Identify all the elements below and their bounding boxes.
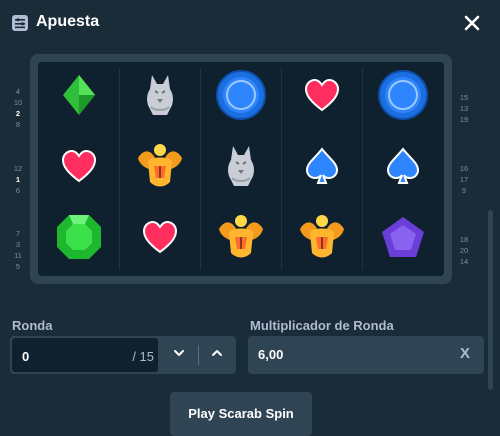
reel-cell: [119, 133, 200, 204]
purple-pentagon-icon: [380, 215, 426, 264]
reel-cell: [38, 62, 119, 133]
round-input[interactable]: 0 / 15: [12, 338, 158, 372]
side-number: 20: [459, 245, 469, 255]
side-number: 1: [15, 174, 21, 184]
side-number: 10: [13, 98, 23, 107]
side-number: 18: [459, 234, 469, 244]
reel-cell: [119, 204, 200, 275]
reel-cell: [281, 133, 362, 204]
reel-cell: [362, 204, 443, 275]
side-number: 11: [14, 251, 22, 260]
silver-wolf-icon: [143, 71, 177, 124]
number-group: 16 17 9: [454, 163, 474, 195]
reel-cell: [119, 62, 200, 133]
multiplier-label: Multiplicador de Ronda: [250, 318, 394, 333]
golden-scarab-icon: [215, 211, 267, 268]
number-group: 18 20 14: [454, 234, 474, 266]
blue-coin-icon: [215, 69, 267, 126]
multiplier-field: 6,00 X: [248, 336, 484, 374]
side-number: 12: [13, 163, 23, 173]
reel-board-frame: [30, 54, 452, 284]
round-value: 0: [22, 349, 30, 364]
green-emerald-icon: [54, 212, 104, 267]
reel-cell: [200, 62, 281, 133]
reel-cell: [200, 133, 281, 204]
modal-title: Apuesta: [36, 13, 100, 30]
side-number: 8: [15, 120, 21, 129]
number-group: 12 1 6: [8, 163, 28, 195]
increment-button[interactable]: [198, 336, 236, 374]
number-group: 15 13 19: [454, 92, 474, 124]
side-number: 19: [459, 114, 469, 124]
left-number-column: 4 10 2 8 12 1 6 7 3 11 5: [8, 68, 28, 278]
multiplier-value: 6,00: [258, 347, 284, 362]
red-heart-icon: [142, 220, 178, 259]
side-number: 16: [459, 163, 469, 173]
reel-board: [38, 62, 444, 276]
scrollbar[interactable]: [488, 210, 493, 390]
side-number: 14: [459, 256, 469, 266]
side-number: 3: [15, 240, 21, 249]
play-button[interactable]: Play Scarab Spin: [170, 392, 312, 436]
number-group: 7 3 11 5: [8, 228, 28, 271]
round-total: / 15: [132, 349, 154, 364]
blue-spade-icon: [305, 147, 339, 190]
blue-coin-icon: [377, 69, 429, 126]
right-number-column: 15 13 19 16 17 9 18 20 14: [454, 68, 474, 278]
clear-multiplier-button[interactable]: X: [460, 345, 470, 362]
reel-cell: [281, 62, 362, 133]
reel-cell: [281, 204, 362, 275]
side-number: 15: [459, 92, 469, 102]
chevron-up-icon: [211, 346, 223, 364]
reel-cell: [38, 133, 119, 204]
close-icon[interactable]: [462, 13, 482, 33]
silver-wolf-icon: [224, 142, 258, 195]
decrement-button[interactable]: [160, 336, 198, 374]
golden-scarab-icon: [296, 211, 348, 268]
side-number: 6: [15, 185, 21, 195]
reel-cell: [362, 62, 443, 133]
chevron-down-icon: [173, 346, 185, 364]
side-number: 17: [459, 174, 469, 184]
green-diamond-icon: [61, 73, 97, 122]
reel-cell: [200, 204, 281, 275]
red-heart-icon: [304, 78, 340, 117]
side-number: 2: [15, 109, 21, 118]
side-number: 9: [461, 185, 467, 195]
blue-spade-icon: [386, 147, 420, 190]
side-number: 13: [459, 103, 469, 113]
golden-scarab-icon: [134, 140, 186, 197]
sliders-icon: [12, 15, 28, 31]
side-number: 7: [15, 229, 21, 238]
side-number: 5: [15, 262, 21, 271]
number-group: 4 10 2 8: [8, 86, 28, 129]
round-label: Ronda: [12, 318, 53, 333]
reel-cell: [38, 204, 119, 275]
red-heart-icon: [61, 149, 97, 188]
reel-cell: [362, 133, 443, 204]
round-stepper: 0 / 15: [10, 336, 236, 374]
modal-header: Apuesta: [0, 0, 500, 46]
side-number: 4: [15, 87, 21, 96]
